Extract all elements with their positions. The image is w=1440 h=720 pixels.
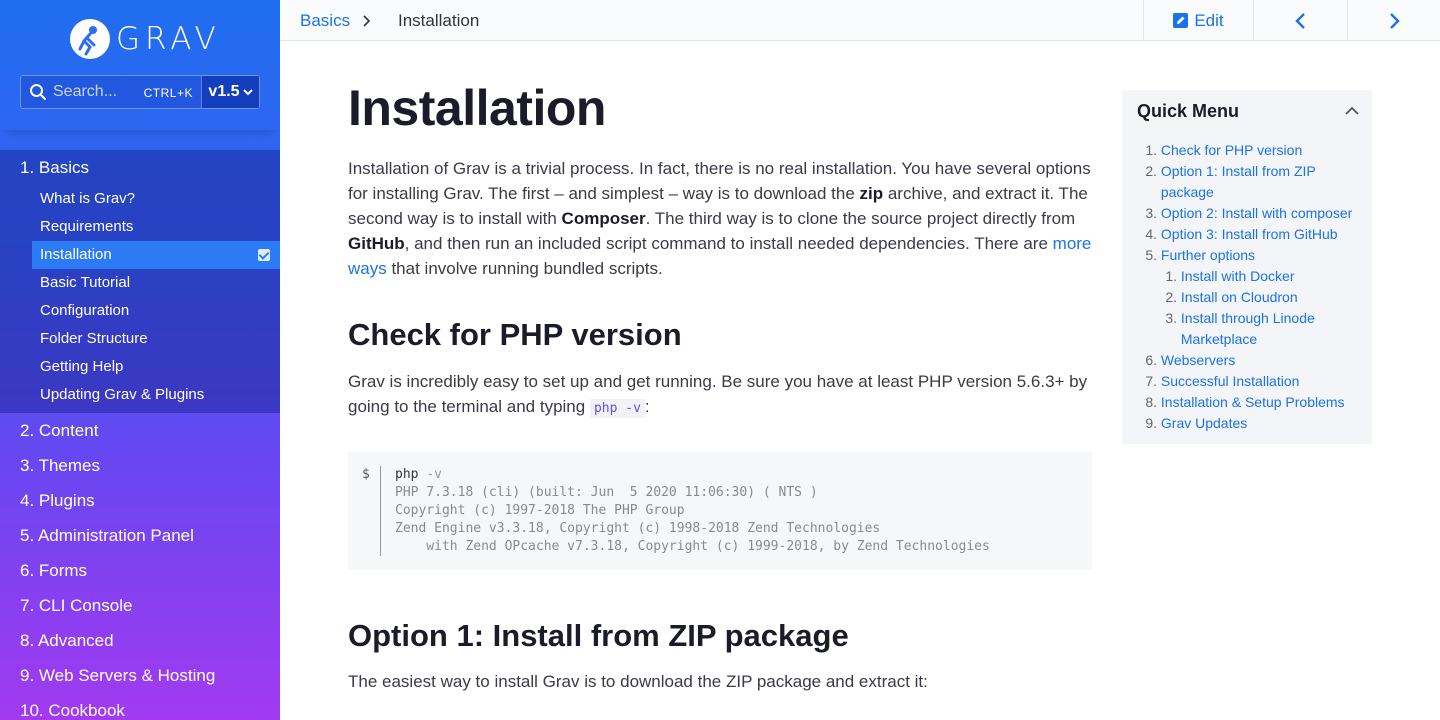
chevron-left-icon <box>1294 12 1305 29</box>
breadcrumb-current: Installation <box>398 11 480 30</box>
nav-subitem-label: Installation <box>40 246 112 263</box>
search-input[interactable] <box>53 83 139 101</box>
sidebar: GRAV CTRL+K v1.5 1. Basics What is Grav <box>0 0 280 720</box>
quick-menu-item[interactable]: 7. Successful Installation <box>1142 371 1372 392</box>
search-box[interactable]: CTRL+K <box>21 76 201 108</box>
quick-menu-item[interactable]: 9. Grav Updates <box>1142 413 1372 434</box>
nav-item-advanced[interactable]: 8. Advanced <box>0 623 280 658</box>
chevron-up-icon[interactable] <box>1344 103 1360 119</box>
topbar: Basics Installation Edit <box>280 0 1440 41</box>
code-block: $ php -v PHP 7.3.18 (cli) (built: Jun 5 … <box>348 452 1092 570</box>
quick-menu-item[interactable]: 4. Option 3: Install from GitHub <box>1142 224 1372 245</box>
nav-item-admin-panel[interactable]: 5. Administration Panel <box>0 518 280 553</box>
nav-subitem-folder-structure[interactable]: Folder Structure <box>0 325 280 353</box>
nav-subitem-configuration[interactable]: Configuration <box>0 297 280 325</box>
edit-icon <box>1173 13 1189 28</box>
page-title: Installation <box>348 80 606 136</box>
code-prompt: $ <box>362 467 370 482</box>
check-icon <box>258 249 270 261</box>
heading-check-php: Check for PHP version <box>348 317 682 352</box>
nav-subitem-updating[interactable]: Updating Grav & Plugins <box>0 381 280 409</box>
quick-menu-item[interactable]: 3. Option 2: Install with composer <box>1142 203 1372 224</box>
search-bar: CTRL+K v1.5 <box>20 75 260 109</box>
quick-menu-item[interactable]: 2. Option 1: Install from ZIP package <box>1142 161 1372 203</box>
quick-menu-item[interactable]: 6. Webservers <box>1142 350 1372 371</box>
nav-subitem-installation[interactable]: Installation <box>32 241 280 269</box>
grav-logo[interactable]: GRAV <box>70 19 221 59</box>
nav-item-basics[interactable]: 1. Basics <box>0 150 280 185</box>
quick-menu-item[interactable]: 8. Installation & Setup Problems <box>1142 392 1372 413</box>
nav-subitem-getting-help[interactable]: Getting Help <box>0 353 280 381</box>
version-label: v1.5 <box>208 83 240 100</box>
zip-paragraph: The easiest way to install Grav is to do… <box>348 672 928 691</box>
code-lines: php -v PHP 7.3.18 (cli) (built: Jun 5 20… <box>395 467 990 554</box>
nav-section-basics: 1. Basics What is Grav? Requirements Ins… <box>0 150 280 413</box>
nav-item-web-servers[interactable]: 9. Web Servers & Hosting <box>0 658 280 693</box>
sidebar-header: GRAV CTRL+K v1.5 <box>0 0 280 130</box>
quick-menu-item[interactable]: 1. Check for PHP version <box>1142 140 1372 161</box>
edit-button[interactable]: Edit <box>1143 0 1253 41</box>
code-divider <box>380 466 381 556</box>
breadcrumb-basics[interactable]: Basics <box>300 11 350 31</box>
grav-logo-icon <box>70 19 110 59</box>
quick-menu-subitem[interactable]: 2. Install on Cloudron <box>1142 287 1372 308</box>
chevron-down-icon <box>242 89 253 96</box>
edit-label: Edit <box>1194 10 1224 30</box>
nav-item-forms[interactable]: 6. Forms <box>0 553 280 588</box>
nav-subitem-requirements[interactable]: Requirements <box>0 213 280 241</box>
quick-menu-title: Quick Menu <box>1137 100 1240 121</box>
quick-menu-header[interactable]: Quick Menu <box>1122 90 1372 132</box>
intro-paragraph: Installation of Grav is a trivial proces… <box>348 159 1092 278</box>
nav-item-content[interactable]: 2. Content <box>0 413 280 448</box>
inline-code: php -v <box>589 399 645 418</box>
search-shortcut: CTRL+K <box>143 86 193 100</box>
version-select[interactable]: v1.5 <box>201 76 259 108</box>
php-paragraph: Grav is incredibly easy to set up and ge… <box>348 372 1088 418</box>
quick-menu: Quick Menu 1. Check for PHP version 2. O… <box>1122 90 1372 444</box>
prev-page-button[interactable] <box>1253 0 1347 41</box>
quick-menu-subitem[interactable]: 1. Install with Docker <box>1142 266 1372 287</box>
nav-subitem-what-is-grav[interactable]: What is Grav? <box>0 185 280 213</box>
heading-option-1: Option 1: Install from ZIP package <box>348 618 849 653</box>
search-icon <box>30 84 46 100</box>
quick-menu-subitem[interactable]: 3. Install through Linode Marketplace <box>1142 308 1372 350</box>
quick-menu-list: 1. Check for PHP version 2. Option 1: In… <box>1122 132 1372 434</box>
next-page-button[interactable] <box>1347 0 1440 41</box>
nav-item-plugins[interactable]: 4. Plugins <box>0 483 280 518</box>
quick-menu-item[interactable]: 5. Further options <box>1142 245 1372 266</box>
nav-item-cli-console[interactable]: 7. CLI Console <box>0 588 280 623</box>
chevron-right-icon <box>1390 12 1400 29</box>
sidebar-nav: 1. Basics What is Grav? Requirements Ins… <box>0 150 280 720</box>
logo-text: GRAV <box>116 21 221 57</box>
chevron-right-icon <box>363 15 371 27</box>
nav-item-themes[interactable]: 3. Themes <box>0 448 280 483</box>
nav-subitem-basic-tutorial[interactable]: Basic Tutorial <box>0 269 280 297</box>
nav-item-cookbook[interactable]: 10. Cookbook <box>0 693 280 720</box>
